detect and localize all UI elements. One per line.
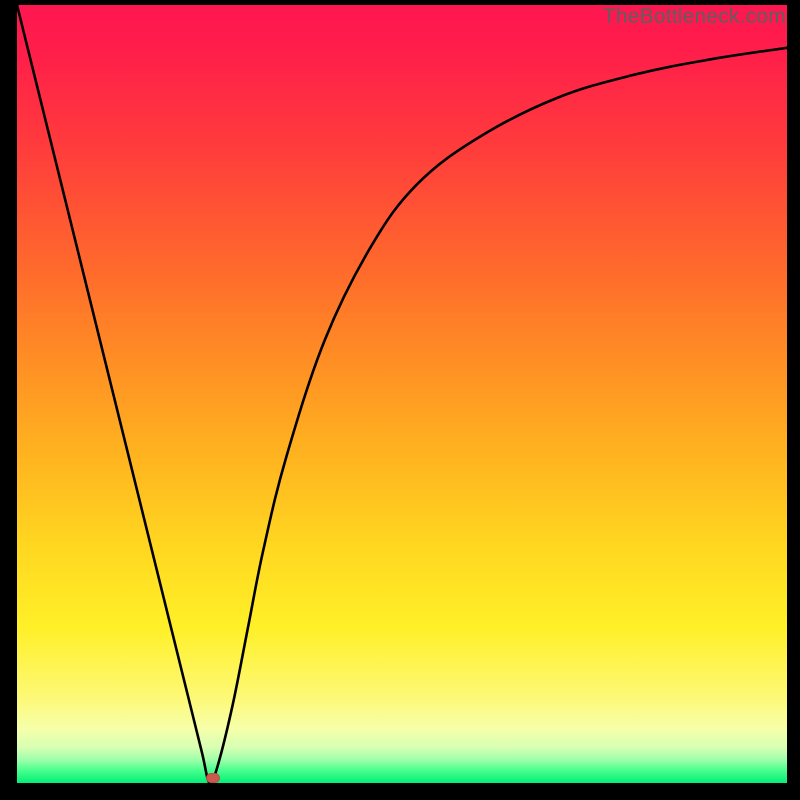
curve-svg: [17, 5, 787, 783]
chart-frame: TheBottleneck.com: [0, 0, 800, 800]
minimum-marker: [206, 773, 220, 783]
plot-area: [17, 5, 787, 783]
bottleneck-curve: [17, 5, 787, 783]
watermark-text: TheBottleneck.com: [603, 5, 786, 29]
